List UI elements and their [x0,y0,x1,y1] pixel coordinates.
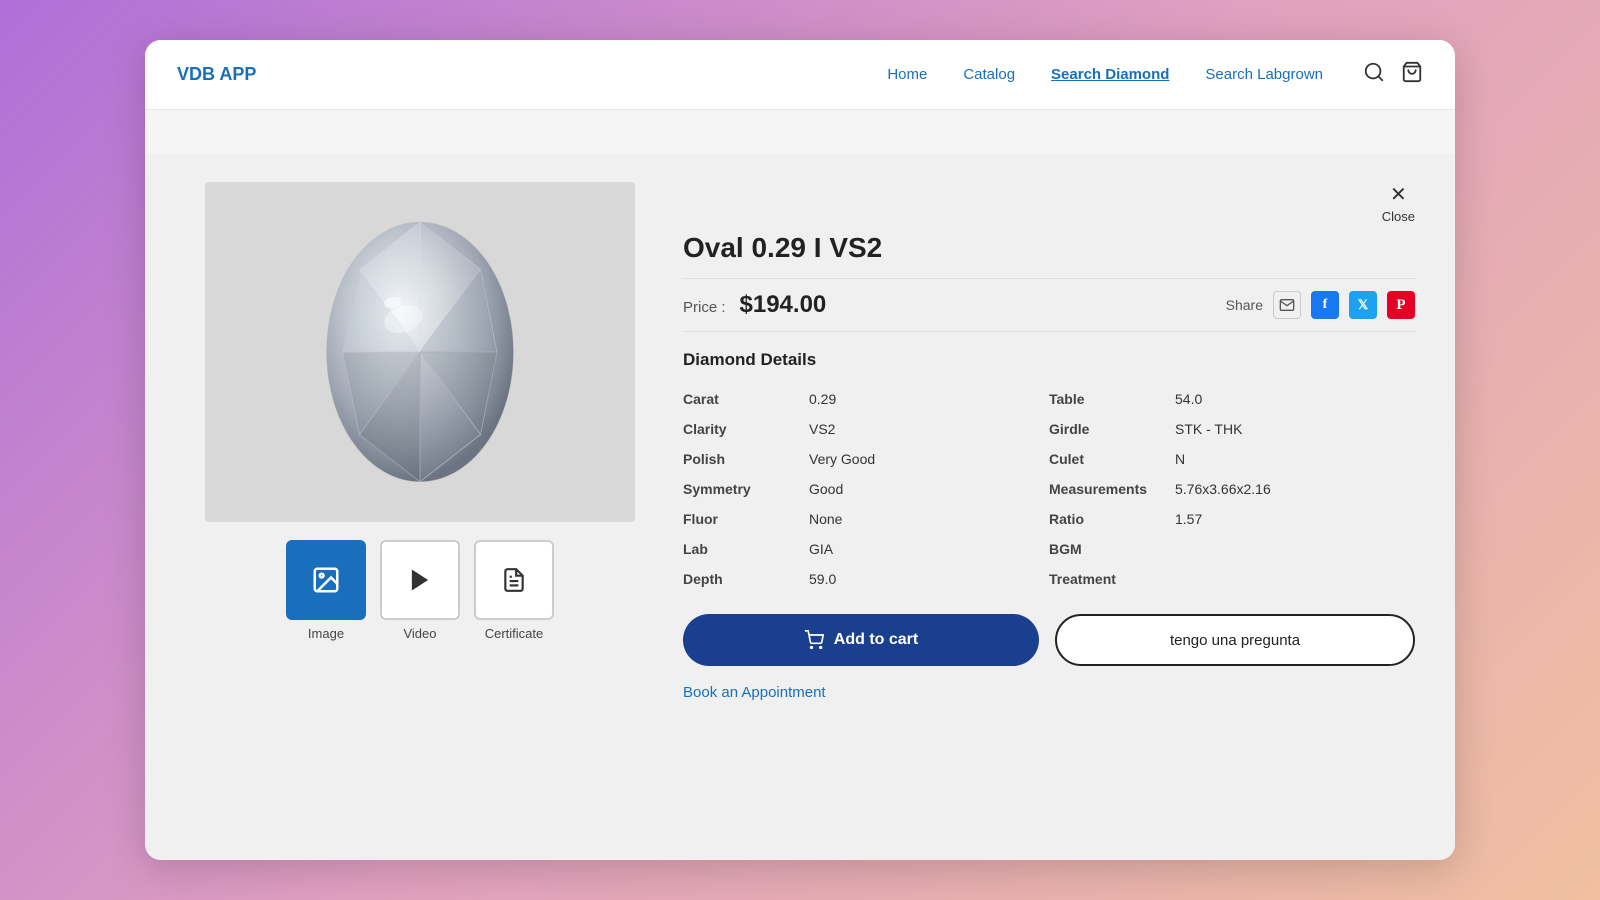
details-right-col: Table 54.0 Girdle STK - THK Culet N Me [1049,384,1415,594]
price-label: Price : [683,299,726,316]
nav-links: Home Catalog Search Diamond Search Labgr… [887,66,1323,83]
price-section: Price : $194.00 [683,291,826,319]
thumb-certificate: Certificate [474,540,554,641]
thumb-image: Image [286,540,366,641]
right-column: ✕ Close Oval 0.29 I VS2 Price : $194.00 … [683,182,1415,840]
thumb-video: Video [380,540,460,641]
question-button[interactable]: tengo una pregunta [1055,614,1415,666]
detail-clarity: Clarity VS2 [683,414,1049,444]
details-section-title: Diamond Details [683,350,1415,370]
detail-fluor: Fluor None [683,504,1049,534]
share-twitter-button[interactable]: 𝕏 [1349,291,1377,319]
nav-search-labgrown[interactable]: Search Labgrown [1205,66,1323,83]
add-to-cart-button[interactable]: Add to cart [683,614,1039,666]
nav-home[interactable]: Home [887,66,927,83]
action-row: Add to cart tengo una pregunta [683,614,1415,666]
sub-header [145,110,1455,154]
close-label: Close [1382,209,1415,224]
close-x-icon: ✕ [1390,182,1407,207]
video-thumbnail-button[interactable] [380,540,460,620]
detail-ratio: Ratio 1.57 [1049,504,1415,534]
price-row: Price : $194.00 Share f 𝕏 P [683,278,1415,332]
detail-polish: Polish Very Good [683,444,1049,474]
video-label: Video [403,626,436,641]
detail-girdle: Girdle STK - THK [1049,414,1415,444]
share-facebook-button[interactable]: f [1311,291,1339,319]
detail-symmetry: Symmetry Good [683,474,1049,504]
detail-panel: Image Video Certificate [145,154,1455,860]
app-logo: VDB APP [177,64,256,85]
diamond-illustration [310,202,530,502]
appointment-link[interactable]: Book an Appointment [683,684,1415,701]
certificate-label: Certificate [485,626,544,641]
price-value: $194.00 [740,291,827,319]
close-button[interactable]: ✕ Close [1382,182,1415,224]
cart-icon [804,630,824,650]
thumbnails-row: Image Video Certificate [286,540,554,641]
cart-icon-button[interactable] [1401,61,1423,89]
details-left-col: Carat 0.29 Clarity VS2 Polish Very Good [683,384,1049,594]
share-section: Share f 𝕏 P [1226,291,1415,319]
left-column: Image Video Certificate [205,182,635,840]
share-email-button[interactable] [1273,291,1301,319]
browser-window: VDB APP Home Catalog Search Diamond Sear… [145,40,1455,860]
navbar: VDB APP Home Catalog Search Diamond Sear… [145,40,1455,110]
image-label: Image [308,626,344,641]
nav-icons [1363,61,1423,89]
detail-culet: Culet N [1049,444,1415,474]
detail-depth: Depth 59.0 [683,564,1049,594]
detail-measurements: Measurements 5.76x3.66x2.16 [1049,474,1415,504]
image-thumbnail-button[interactable] [286,540,366,620]
search-icon-button[interactable] [1363,61,1385,89]
main-content: Image Video Certificate [145,154,1455,860]
detail-lab: Lab GIA [683,534,1049,564]
details-grid: Carat 0.29 Clarity VS2 Polish Very Good [683,384,1415,594]
share-pinterest-button[interactable]: P [1387,291,1415,319]
share-label: Share [1226,297,1263,313]
detail-bgm: BGM [1049,534,1415,564]
certificate-thumbnail-button[interactable] [474,540,554,620]
detail-carat: Carat 0.29 [683,384,1049,414]
detail-table: Table 54.0 [1049,384,1415,414]
nav-catalog[interactable]: Catalog [963,66,1015,83]
diamond-title: Oval 0.29 I VS2 [683,232,1415,264]
diamond-image [205,182,635,522]
detail-treatment: Treatment [1049,564,1415,594]
nav-search-diamond[interactable]: Search Diamond [1051,66,1169,83]
